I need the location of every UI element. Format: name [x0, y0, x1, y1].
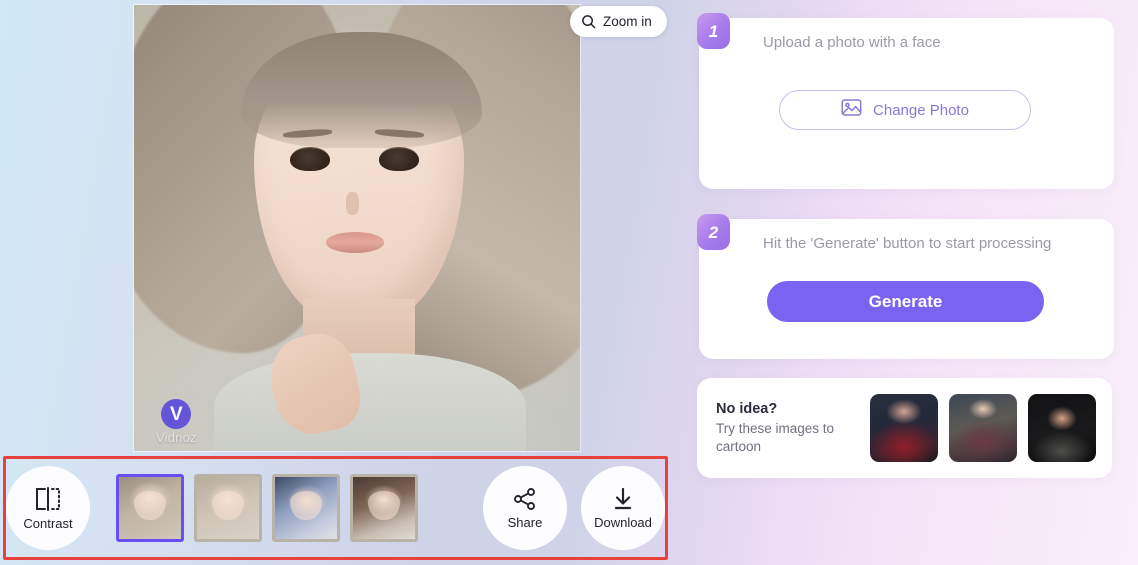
- sample-queen[interactable]: [949, 394, 1017, 462]
- cartoon-generator-app: V Vidnoz Zoom in Contrast Share Download…: [0, 0, 1138, 565]
- ideas-title: No idea?: [716, 400, 778, 417]
- contrast-icon: [33, 486, 63, 512]
- image-icon: [841, 98, 862, 122]
- sample-bald-man[interactable]: [1028, 394, 1096, 462]
- style-thumbnail-2[interactable]: [194, 474, 262, 542]
- ideas-copy: No idea? Try these images to cartoon: [716, 401, 856, 455]
- change-photo-button[interactable]: Change Photo: [779, 90, 1031, 130]
- sample-superhero[interactable]: [870, 394, 938, 462]
- vidnoz-watermark: V Vidnoz: [156, 399, 197, 445]
- ideas-card: No idea? Try these images to cartoon: [697, 378, 1112, 478]
- step-1-text: Upload a photo with a face: [763, 34, 941, 51]
- step-2-card: 2 Hit the 'Generate' button to start pro…: [697, 214, 1114, 359]
- style-thumbnail-3[interactable]: [272, 474, 340, 542]
- style-thumbnail-4[interactable]: [350, 474, 418, 542]
- step-2-text: Hit the 'Generate' button to start proce…: [763, 235, 1052, 252]
- share-icon: [512, 487, 538, 511]
- eye-left: [290, 147, 331, 171]
- download-button[interactable]: Download: [581, 466, 665, 550]
- style-thumbnail-list: [116, 474, 418, 542]
- control-panel: 1 Upload a photo with a face Change Phot…: [695, 0, 1138, 565]
- nose: [345, 192, 360, 215]
- sample-image-list: [870, 394, 1096, 462]
- lips: [325, 232, 384, 253]
- share-button[interactable]: Share: [483, 466, 567, 550]
- zoom-in-button[interactable]: Zoom in: [570, 6, 667, 37]
- editor-toolbar: Contrast Share Download: [6, 459, 665, 557]
- download-icon: [610, 487, 636, 511]
- shoulder: [214, 352, 527, 451]
- style-thumbnail-1[interactable]: [116, 474, 184, 542]
- share-label: Share: [507, 514, 543, 530]
- contrast-button[interactable]: Contrast: [6, 466, 90, 550]
- vidnoz-watermark-text: Vidnoz: [156, 430, 197, 445]
- generate-button[interactable]: Generate: [767, 281, 1044, 322]
- zoom-in-label: Zoom in: [603, 14, 652, 29]
- ideas-subtitle: Try these images to cartoon: [716, 420, 835, 454]
- change-photo-label: Change Photo: [873, 101, 969, 119]
- step-1-badge: 1: [697, 13, 730, 49]
- generated-image-canvas[interactable]: V Vidnoz: [134, 5, 580, 451]
- step-2-badge: 2: [697, 214, 730, 250]
- eye-right: [379, 147, 420, 171]
- download-label: Download: [594, 514, 652, 530]
- vidnoz-logo-icon: V: [161, 399, 192, 429]
- step-1-card: 1 Upload a photo with a face Change Phot…: [697, 13, 1114, 189]
- portrait-illustration: [134, 5, 580, 451]
- search-icon: [581, 14, 596, 29]
- contrast-label: Contrast: [23, 515, 73, 531]
